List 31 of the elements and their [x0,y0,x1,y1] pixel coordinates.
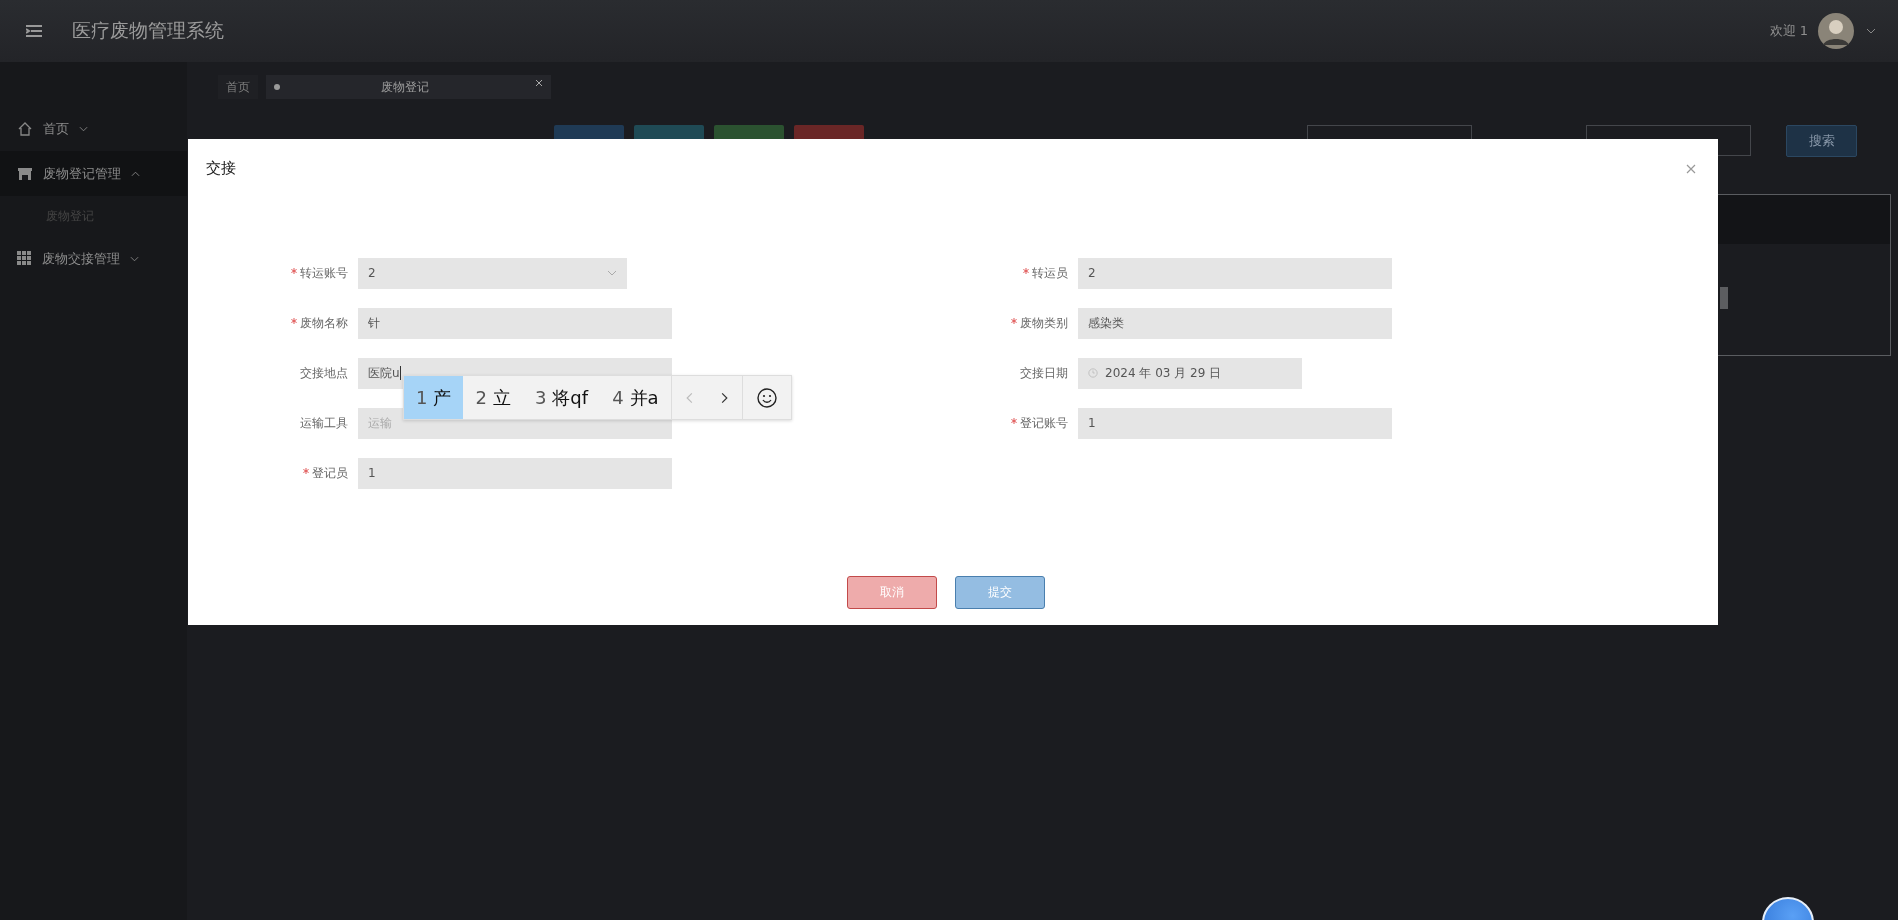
field-label: 转运账号 [300,264,348,282]
sidebar-label: 首页 [43,119,69,138]
page-tab[interactable]: 废物登记 [266,75,551,99]
input-field[interactable]: 1 [1078,407,1392,439]
sidebar-label: 废物交接管理 [42,249,120,268]
ime-candidate[interactable]: 1 产 [404,376,464,419]
field-label: 废物类别 [1020,314,1068,332]
select-field[interactable]: 2 [358,257,627,289]
input-field[interactable]: 2 [1078,257,1392,289]
sidebar-item[interactable]: 废物交接管理 [0,236,187,281]
field-label: 登记员 [312,464,348,482]
input-field[interactable]: 针 [358,307,672,339]
sidebar-item[interactable]: 首页 [0,106,187,151]
input-field[interactable]: 1 [358,457,672,489]
field-label: 登记账号 [1020,414,1068,432]
field-label: 交接地点 [300,364,348,382]
welcome-text: 欢迎 1 [1769,22,1808,40]
tab-label: 废物登记 [381,78,429,96]
dialog-title: 交接 [206,159,236,178]
sidebar-item[interactable]: 废物登记管理 [0,151,187,196]
app-title: 医疗废物管理系统 [72,18,224,43]
input-field[interactable]: 感染类 [1078,307,1392,339]
field-label: 交接日期 [1020,364,1068,382]
tab-label: 首页 [226,78,250,96]
field-label: 废物名称 [300,314,348,332]
date-field[interactable]: 2024 年 03 月 29 日 [1078,357,1302,389]
field-label: 运输工具 [300,414,348,432]
sidebar-label: 废物登记管理 [43,164,121,183]
field-label: 转运员 [1032,264,1068,282]
page-tab[interactable]: 首页 [218,75,258,99]
search-button[interactable]: 搜索 [1786,125,1857,157]
